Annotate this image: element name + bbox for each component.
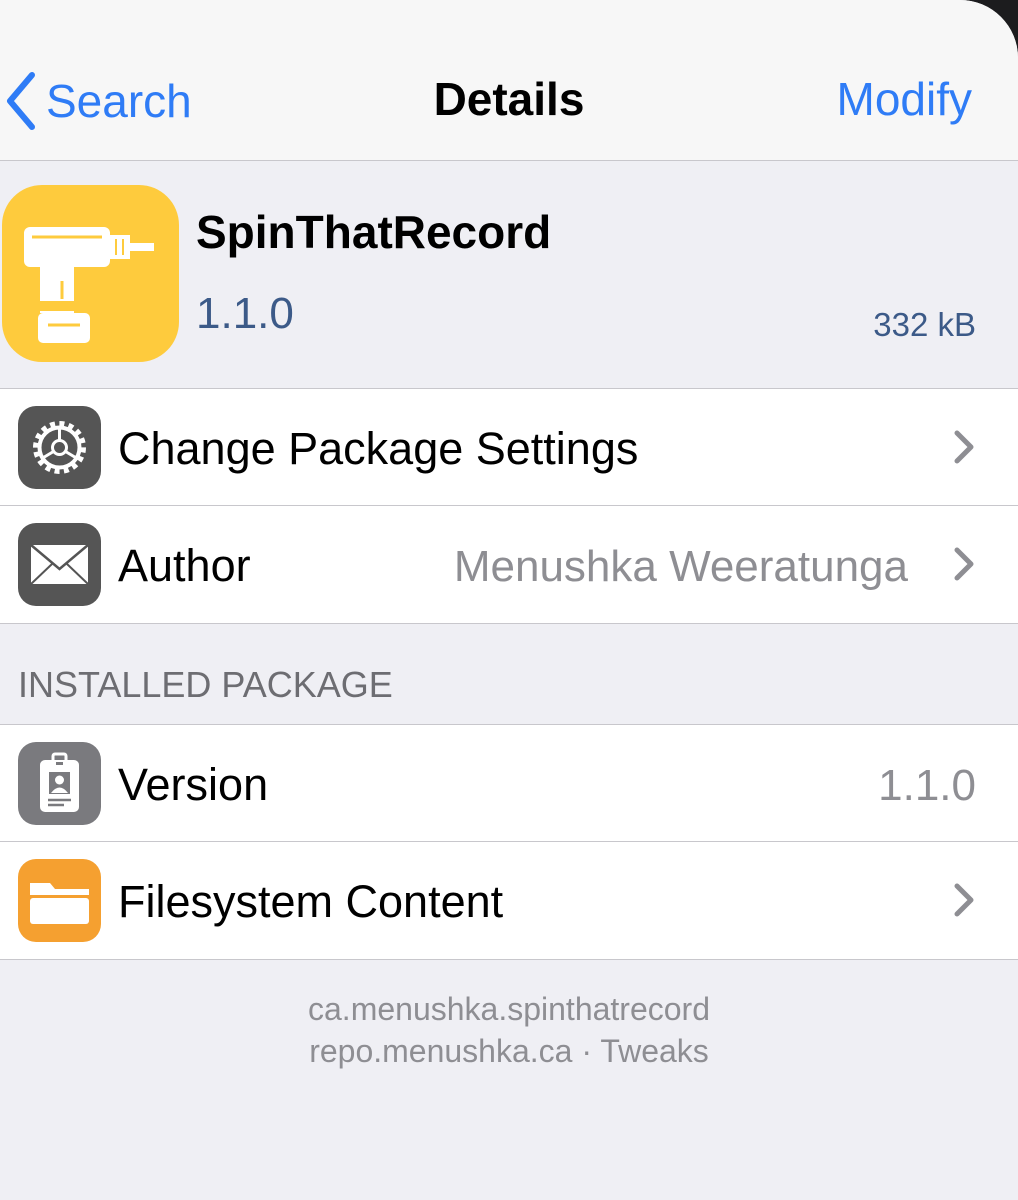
row-label: Change Package Settings [118,423,639,474]
modify-button[interactable]: Modify [837,72,972,126]
gear-icon [18,406,101,489]
screen: Search Details Modify SpinThatRecord 1.1… [0,0,1018,1200]
drill-icon [2,185,179,362]
package-name: SpinThatRecord [196,206,552,258]
row-label: Version [118,759,269,810]
package-footer: ca.menushka.spinthatrecord repo.menushka… [0,988,1018,1072]
installed-version: 1.1.0 [878,761,976,810]
row-label: Filesystem Content [118,876,504,927]
row-label: Author [118,540,251,591]
chevron-right-icon [954,430,974,464]
row-filesystem-content[interactable]: Filesystem Content [0,841,1018,959]
package-size: 332 kB [873,306,976,343]
package-identifier: ca.menushka.spinthatrecord [308,991,710,1027]
chevron-right-icon [954,547,974,581]
folder-icon [18,859,101,942]
package-source: repo.menushka.ca · Tweaks [309,1033,709,1069]
navigation-bar: Search Details Modify [0,0,1018,161]
package-version: 1.1.0 [196,289,294,338]
chevron-right-icon [954,883,974,917]
package-actions-group: Change Package Settings Author Menushka … [0,388,1018,624]
row-change-package-settings[interactable]: Change Package Settings [0,389,1018,506]
section-header-installed-package: INSTALLED PACKAGE [18,664,393,705]
package-header: SpinThatRecord 1.1.0 332 kB [0,161,1018,389]
id-badge-icon [18,742,101,825]
mail-icon [18,523,101,606]
row-author[interactable]: Author Menushka Weeratunga [0,505,1018,623]
author-name: Menushka Weeratunga [453,542,908,591]
installed-package-group: Version 1.1.0 Filesystem Content [0,724,1018,960]
row-version: Version 1.1.0 [0,725,1018,842]
